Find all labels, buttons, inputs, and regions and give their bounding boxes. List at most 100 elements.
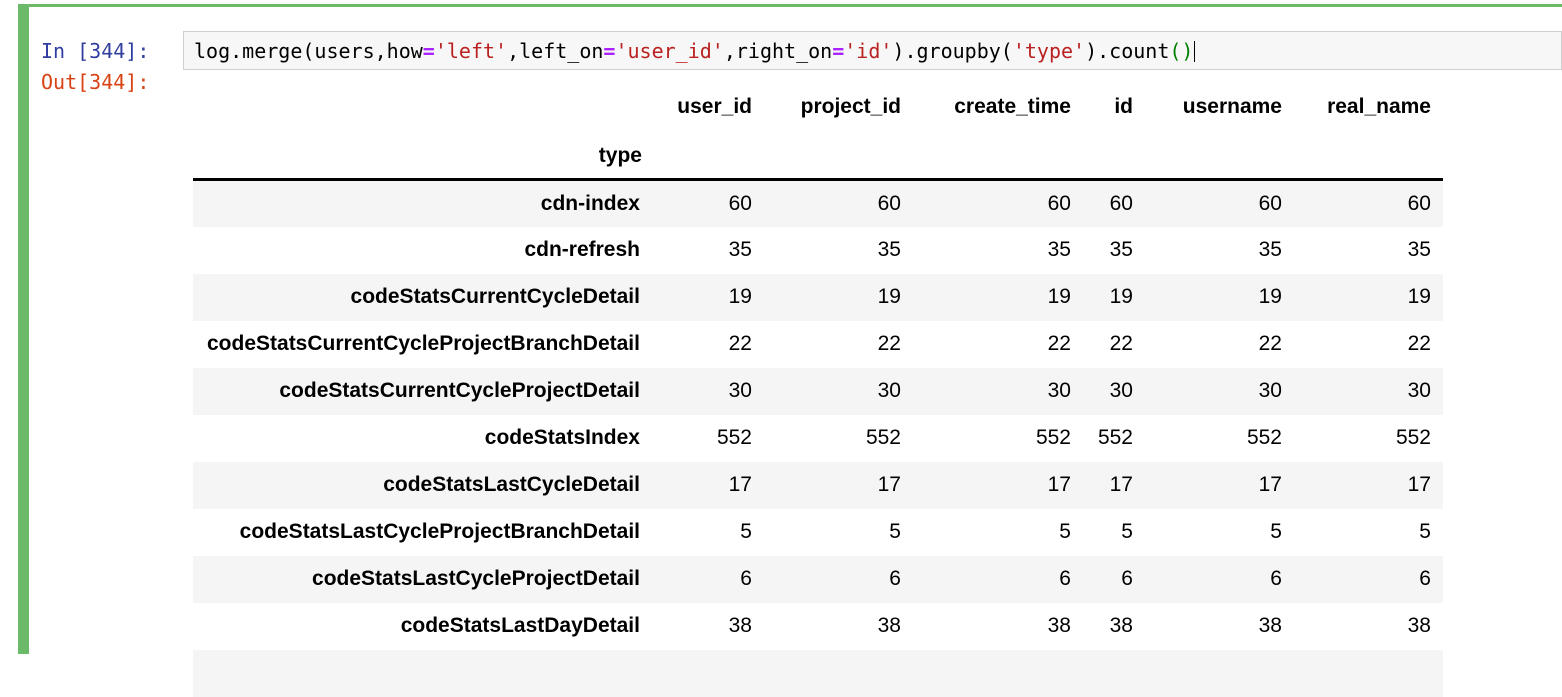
cell-project_id: 30 [764,368,913,415]
cell-project_id: 60 [764,180,913,227]
column-header-id: id [1083,85,1145,134]
table-head: user_idproject_idcreate_timeidusernamere… [193,85,1443,180]
cell-user_id: 552 [654,415,764,462]
cell-project_id: 38 [764,603,913,650]
row-index-label [193,650,654,697]
cell-user_id: 17 [654,462,764,509]
cell-real_name [1294,650,1443,697]
row-index-label: codeStatsLastCycleProjectDetail [193,556,654,603]
cell-id: 19 [1083,274,1145,321]
cell-project_id: 5 [764,509,913,556]
table-corner-cell [193,85,654,134]
cell-username: 19 [1145,274,1294,321]
row-index-label: codeStatsLastCycleDetail [193,462,654,509]
code-token-8: 'id' [844,39,892,63]
cell-create_time: 17 [913,462,1083,509]
index-name-spacer [764,134,913,180]
code-token-12: () [1169,39,1193,63]
cell-real_name: 6 [1294,556,1443,603]
code-token-0: log.merge(users,how [194,39,423,63]
cell-real_name: 30 [1294,368,1443,415]
row-index-label: codeStatsCurrentCycleProjectBranchDetail [193,321,654,368]
notebook-code-cell[interactable]: In [344]: log.merge(users,how='left',lef… [0,0,1562,654]
cell-username: 38 [1145,603,1294,650]
row-index-label: cdn-refresh [193,227,654,274]
cell-user_id [654,650,764,697]
cell-id: 38 [1083,603,1145,650]
table-row: cdn-refresh353535353535 [193,227,1443,274]
code-token-1: = [423,39,435,63]
cell-real_name: 38 [1294,603,1443,650]
cell-create_time [913,650,1083,697]
cell-id: 30 [1083,368,1145,415]
cell-user_id: 35 [654,227,764,274]
cell-id: 5 [1083,509,1145,556]
cell-user_id: 5 [654,509,764,556]
column-header-username: username [1145,85,1294,134]
code-token-6: ,right_on [724,39,832,63]
cell-create_time: 6 [913,556,1083,603]
cell-user_id: 30 [654,368,764,415]
table-body: cdn-index606060606060cdn-refresh35353535… [193,180,1443,697]
row-index-label: codeStatsCurrentCycleDetail [193,274,654,321]
cell-real_name: 17 [1294,462,1443,509]
row-index-label: codeStatsLastDayDetail [193,603,654,650]
table-row: cdn-index606060606060 [193,180,1443,227]
cell-project_id: 19 [764,274,913,321]
table-row: codeStatsLastCycleProjectDetail666666 [193,556,1443,603]
table-row: codeStatsCurrentCycleProjectBranchDetail… [193,321,1443,368]
cell-id: 60 [1083,180,1145,227]
cell-create_time: 22 [913,321,1083,368]
index-name-row: type [193,134,1443,180]
cell-project_id: 35 [764,227,913,274]
cell-create_time: 19 [913,274,1083,321]
cell-username [1145,650,1294,697]
code-token-4: = [603,39,615,63]
column-header-project_id: project_id [764,85,913,134]
row-index-label: codeStatsLastCycleProjectBranchDetail [193,509,654,556]
cell-project_id: 6 [764,556,913,603]
cell-username: 22 [1145,321,1294,368]
column-header-row: user_idproject_idcreate_timeidusernamere… [193,85,1443,134]
cell-project_id: 552 [764,415,913,462]
cell-project_id: 22 [764,321,913,368]
cell-user_id: 19 [654,274,764,321]
table-row: codeStatsLastCycleDetail171717171717 [193,462,1443,509]
output-prompt-label: Out[344]: [41,70,149,94]
cell-id: 6 [1083,556,1145,603]
table-row: codeStatsLastDayDetail383838383838 [193,603,1443,650]
cell-username: 60 [1145,180,1294,227]
code-token-11: ).count [1085,39,1169,63]
cell-real_name: 5 [1294,509,1443,556]
cell-real_name: 35 [1294,227,1443,274]
table-row: codeStatsCurrentCycleProjectDetail303030… [193,368,1443,415]
cell-create_time: 30 [913,368,1083,415]
dataframe-output-table: user_idproject_idcreate_timeidusernamere… [193,85,1443,697]
table-row [193,650,1443,697]
code-token-9: ).groupby( [892,39,1012,63]
column-header-real_name: real_name [1294,85,1443,134]
row-index-label: cdn-index [193,180,654,227]
text-caret [1194,41,1195,62]
cell-create_time: 552 [913,415,1083,462]
column-header-create_time: create_time [913,85,1083,134]
cell-username: 6 [1145,556,1294,603]
cell-id: 22 [1083,321,1145,368]
table-row: codeStatsCurrentCycleDetail191919191919 [193,274,1443,321]
table-row: codeStatsIndex552552552552552552 [193,415,1443,462]
column-header-user_id: user_id [654,85,764,134]
cell-user_id: 38 [654,603,764,650]
cell-user_id: 6 [654,556,764,603]
code-token-10: 'type' [1013,39,1085,63]
code-token-2: 'left' [435,39,507,63]
cell-id: 17 [1083,462,1145,509]
cell-username: 5 [1145,509,1294,556]
cell-id: 35 [1083,227,1145,274]
cell-create_time: 60 [913,180,1083,227]
index-name-label: type [193,134,654,180]
cell-real_name: 19 [1294,274,1443,321]
table-row: codeStatsLastCycleProjectBranchDetail555… [193,509,1443,556]
code-line[interactable]: log.merge(users,how='left',left_on='user… [194,39,1195,63]
cell-username: 30 [1145,368,1294,415]
index-name-spacer [1294,134,1443,180]
